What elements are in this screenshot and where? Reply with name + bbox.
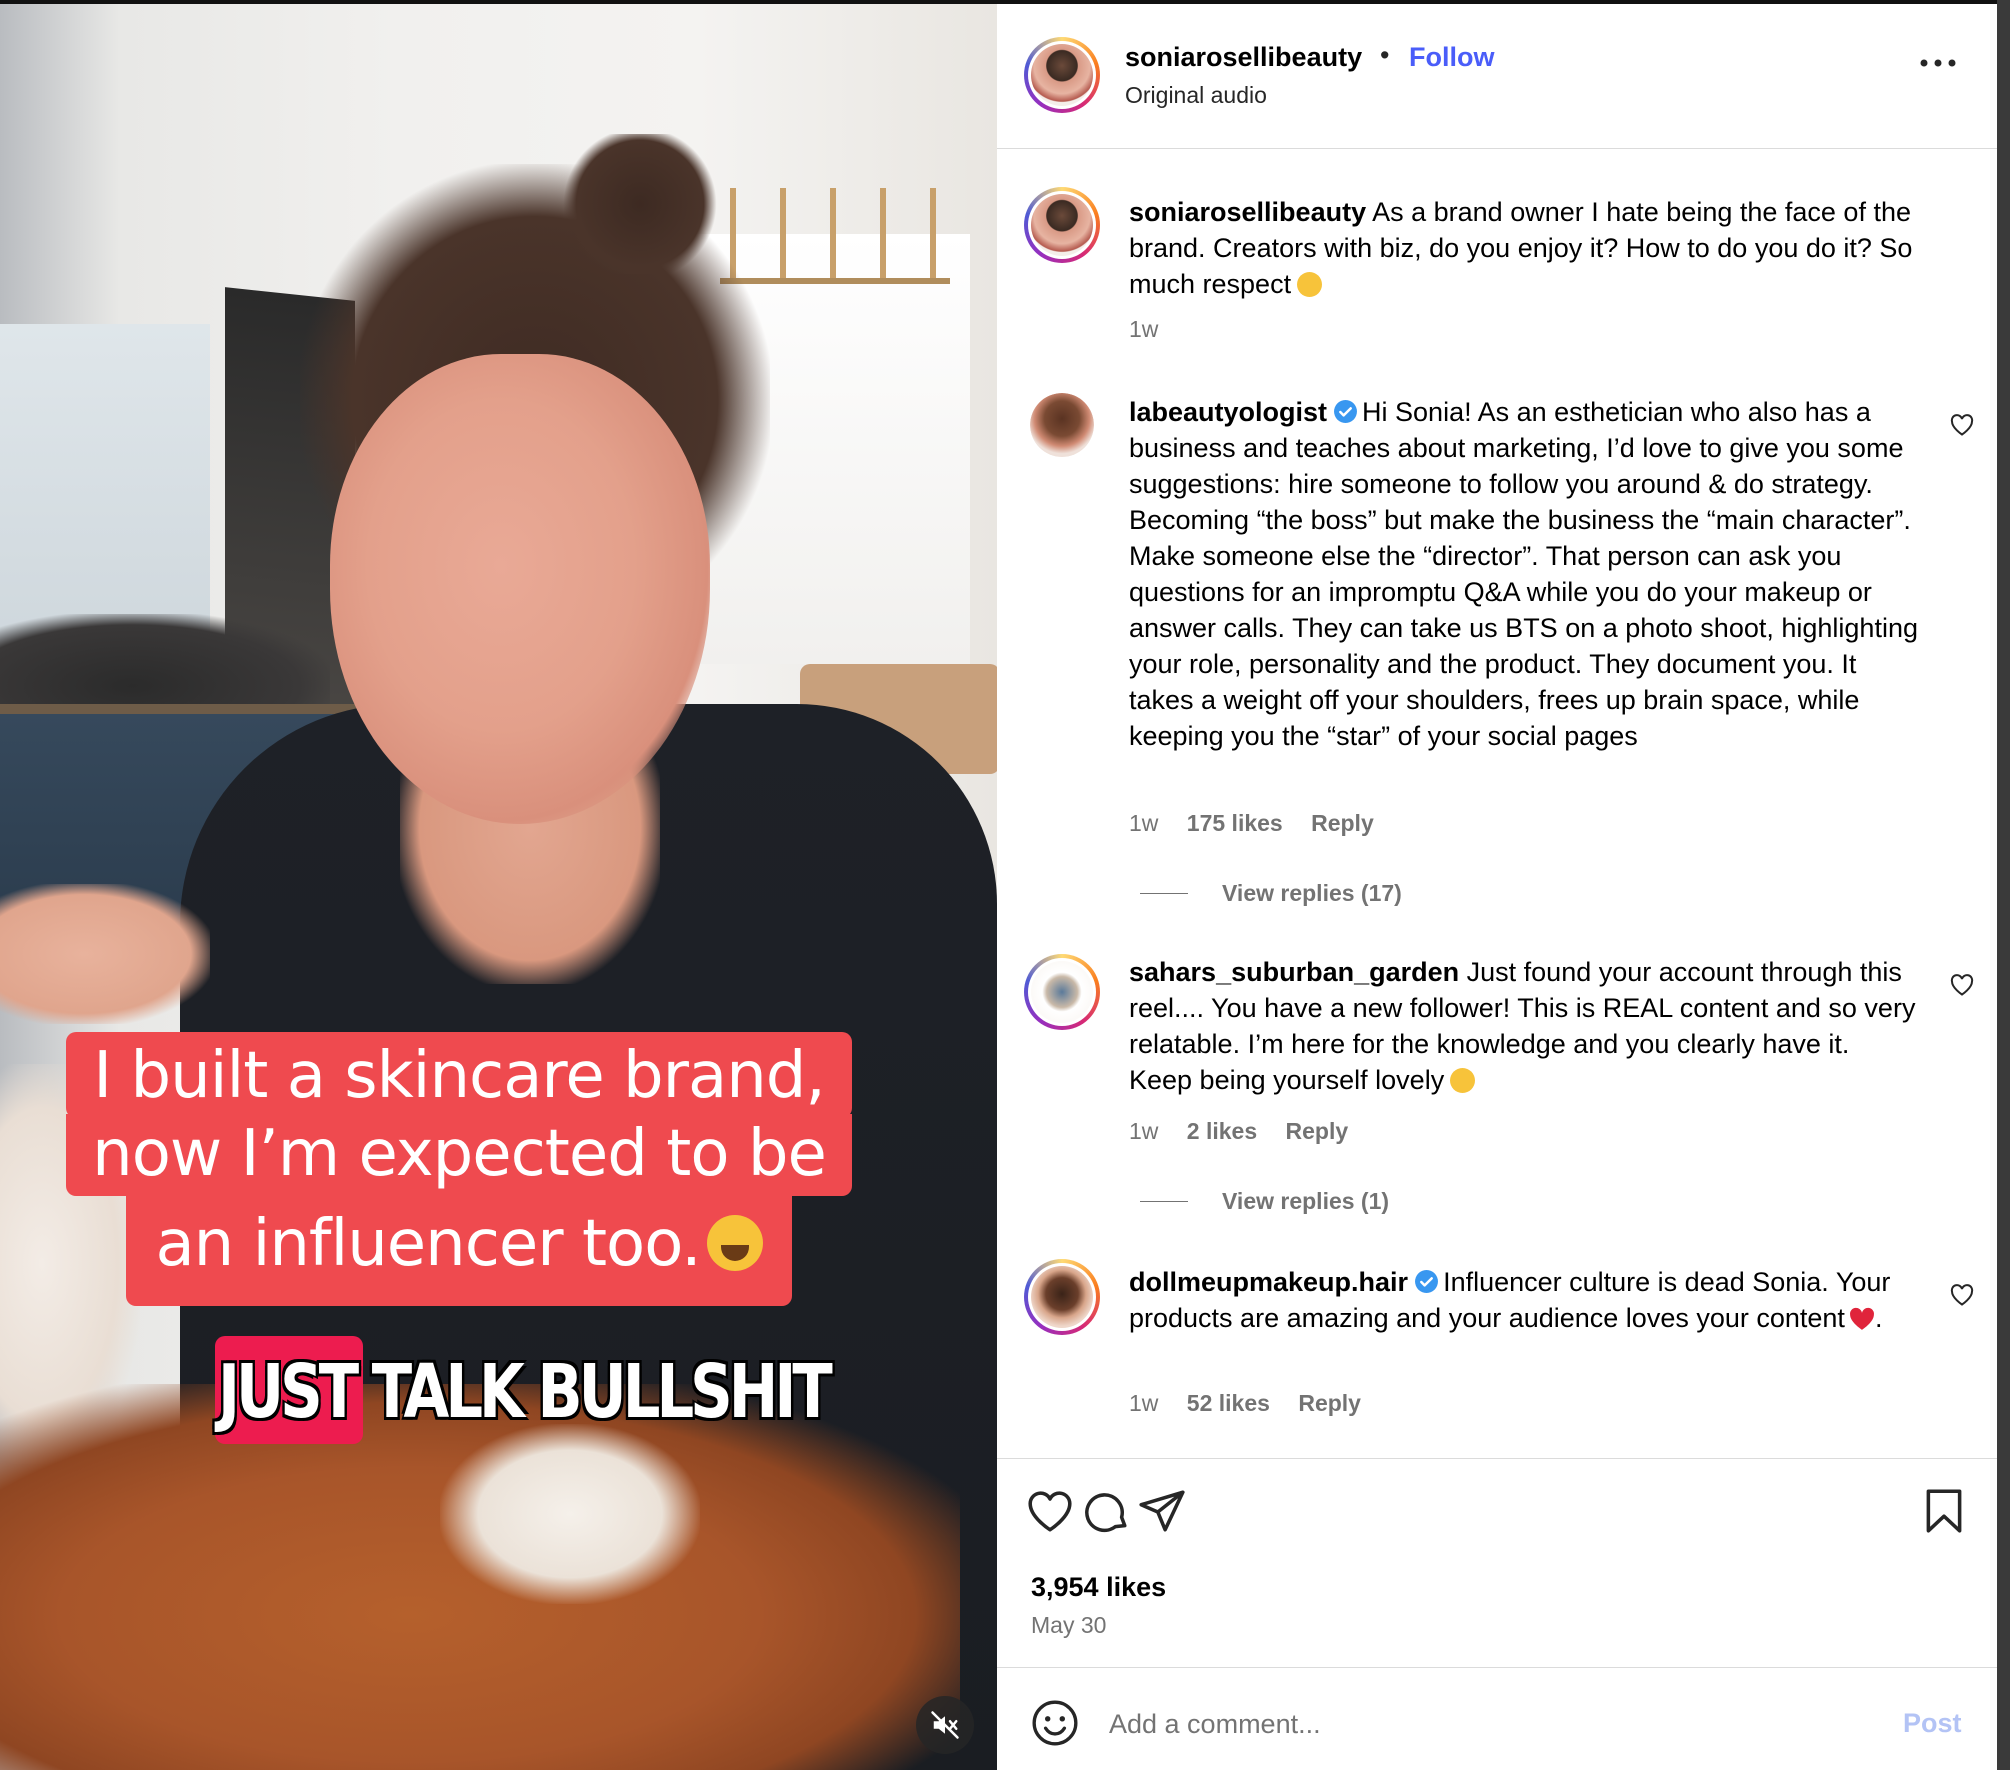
comment-text-end: . — [1874, 1303, 1883, 1333]
commenter-avatar[interactable] — [1024, 1259, 1100, 1335]
actions-divider — [997, 1458, 1997, 1459]
comment-like-heart-icon[interactable] — [1950, 974, 1974, 996]
view-replies-button[interactable]: View replies (1) — [1140, 1188, 1389, 1215]
comment-item: dollmeupmakeup.hair Influencer culture is… — [1129, 1264, 1919, 1336]
caption-time: 1w — [1129, 316, 1159, 342]
header-divider — [997, 148, 1997, 149]
caption-username[interactable]: soniarosellibeauty — [1129, 197, 1366, 227]
comment-text: Hi Sonia! As an esthetician who also has… — [1129, 397, 1918, 751]
comment-likes[interactable]: 2 likes — [1187, 1118, 1257, 1144]
caption-avatar[interactable] — [1024, 187, 1100, 263]
comment-username[interactable]: sahars_suburban_garden — [1129, 957, 1459, 987]
commenter-avatar[interactable] — [1024, 954, 1100, 1030]
video-caption-line-1: I built a skincare brand, — [66, 1032, 852, 1118]
heart-icon[interactable] — [1025, 1486, 1075, 1536]
comment-time: 1w — [1129, 1118, 1159, 1144]
red-heart-emoji-icon — [1849, 1307, 1874, 1330]
verified-badge-icon — [1334, 400, 1357, 423]
comment-like-heart-icon[interactable] — [1950, 1284, 1974, 1306]
share-icon[interactable] — [1137, 1486, 1187, 1536]
speaker-muted-icon — [931, 1711, 959, 1739]
smiling-hearts-emoji-icon — [1450, 1068, 1476, 1093]
reply-button[interactable]: Reply — [1286, 1118, 1349, 1144]
comment-time: 1w — [1129, 1390, 1159, 1416]
backdrop-edge — [1997, 0, 2010, 1770]
comment-meta: 1w 2 likes Reply — [1129, 1118, 1370, 1145]
post-comment-button[interactable]: Post — [1903, 1708, 1962, 1739]
reply-button[interactable]: Reply — [1311, 810, 1374, 836]
comment-username[interactable]: labeautyologist — [1129, 397, 1327, 427]
post-panel: soniarosellibeauty • Follow Original aud… — [997, 4, 1997, 1770]
crying-emoji-icon — [706, 1215, 763, 1271]
person-hair-bun — [560, 134, 720, 274]
dog-fur-white-patch — [440, 1424, 700, 1604]
video-caption-line-2: now I’m expected to be — [66, 1114, 852, 1196]
mute-button[interactable] — [916, 1696, 974, 1754]
header-separator: • — [1380, 40, 1390, 70]
video-subtitle: JUST TALK BULLSHIT — [218, 1349, 833, 1435]
view-replies-label: View replies (1) — [1222, 1188, 1390, 1214]
person-hand — [0, 884, 210, 1024]
person-face — [330, 354, 710, 824]
comment-meta: 1w 52 likes Reply — [1129, 1390, 1383, 1417]
more-horizontal-icon[interactable] — [1918, 58, 1958, 68]
follow-button[interactable]: Follow — [1409, 42, 1494, 73]
reel-video[interactable]: I built a skincare brand, now I’m expect… — [0, 4, 997, 1770]
post-likes-count[interactable]: 3,954 likes — [1031, 1572, 1166, 1603]
comment-icon[interactable] — [1081, 1486, 1131, 1536]
comment-input[interactable] — [1109, 1704, 1809, 1744]
comment-item: sahars_suburban_garden Just found your a… — [1129, 954, 1919, 1098]
video-caption-line-3-text: an influencer too. — [155, 1207, 701, 1281]
caption-meta: 1w — [1129, 316, 1180, 343]
replies-dash — [1140, 892, 1188, 894]
commenter-avatar[interactable] — [1030, 393, 1094, 457]
comment-username[interactable]: dollmeupmakeup.hair — [1129, 1267, 1408, 1297]
view-replies-button[interactable]: View replies (17) — [1140, 880, 1402, 907]
crying-emoji-icon — [1297, 272, 1323, 297]
replies-dash — [1140, 1200, 1188, 1202]
comment-like-heart-icon[interactable] — [1950, 414, 1974, 436]
composer-divider — [997, 1667, 1997, 1668]
reply-button[interactable]: Reply — [1298, 1390, 1361, 1416]
verified-badge-icon — [1415, 1270, 1439, 1293]
audio-link[interactable]: Original audio — [1125, 82, 1267, 109]
comment-meta: 1w 175 likes Reply — [1129, 810, 1396, 837]
author-username[interactable]: soniarosellibeauty — [1125, 42, 1362, 73]
bookmark-icon[interactable] — [1919, 1486, 1969, 1536]
comment-likes[interactable]: 52 likes — [1187, 1390, 1270, 1416]
comment-item: labeautyologist Hi Sonia! As an esthetici… — [1129, 394, 1919, 754]
post-caption: soniarosellibeauty As a brand owner I ha… — [1129, 194, 1919, 302]
author-avatar[interactable] — [1024, 37, 1100, 113]
view-replies-label: View replies (17) — [1222, 880, 1402, 906]
emoji-picker-icon[interactable] — [1030, 1698, 1080, 1748]
comment-likes[interactable]: 175 likes — [1187, 810, 1283, 836]
post-date: May 30 — [1031, 1612, 1107, 1638]
video-caption-line-3: an influencer too. — [126, 1192, 792, 1306]
comment-time: 1w — [1129, 810, 1159, 836]
